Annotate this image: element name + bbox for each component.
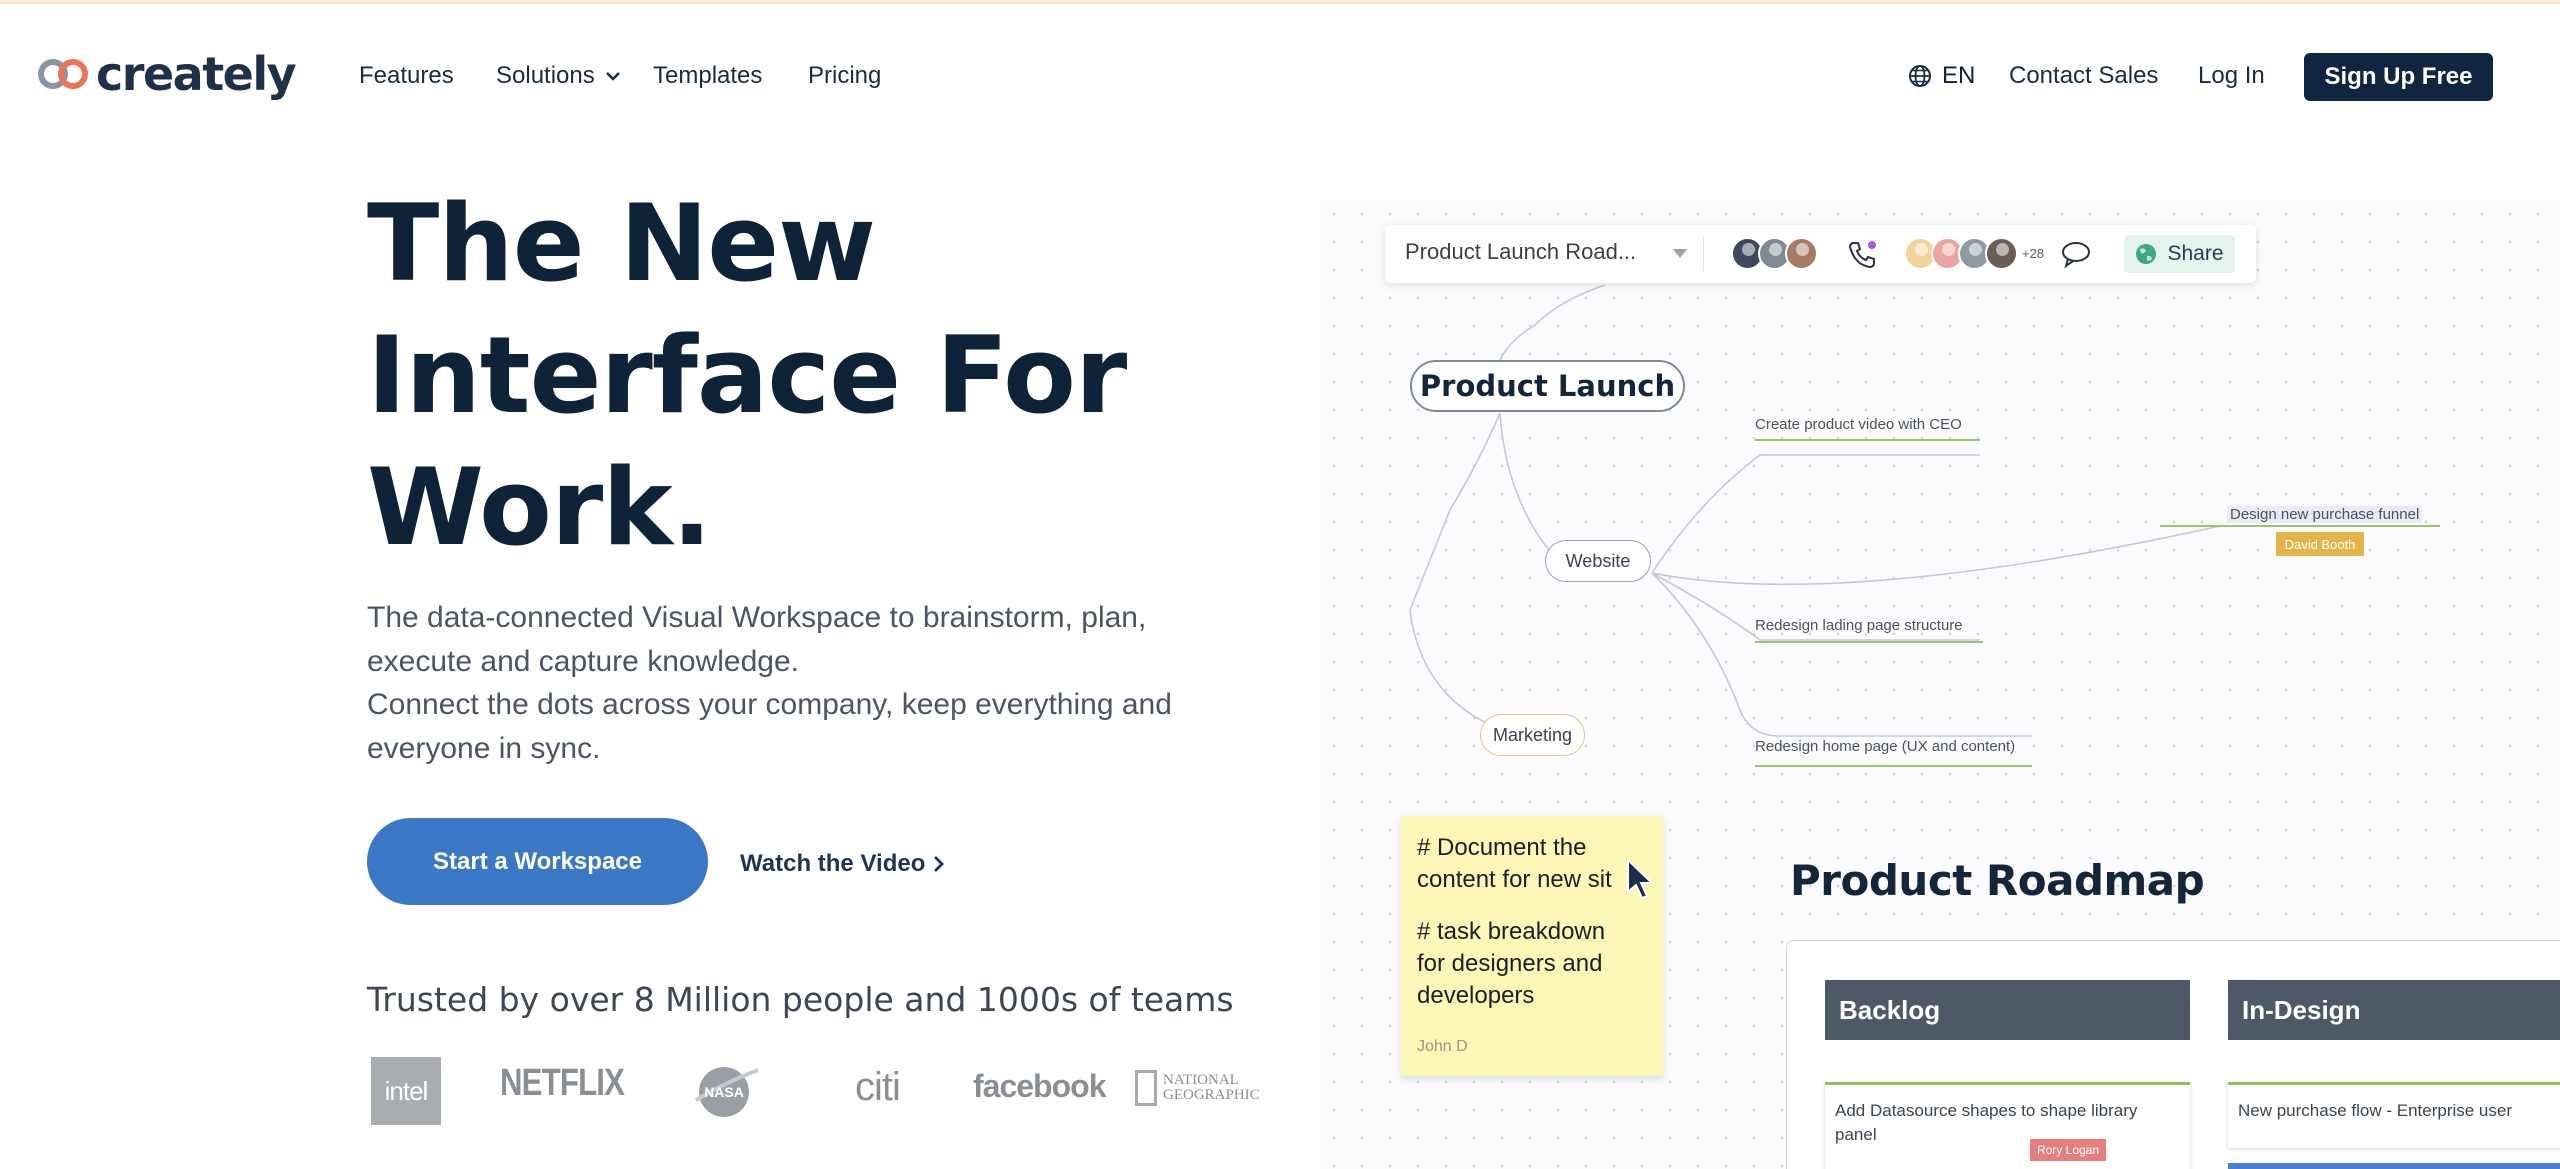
- hero-title-line: Interface For: [367, 314, 1127, 437]
- column-in-design[interactable]: In-Design: [2228, 980, 2560, 1040]
- sticky-note-author: John D: [1417, 1038, 1468, 1055]
- hero-title: The New Interface For Work.: [367, 178, 1167, 574]
- document-viewers[interactable]: +28: [1904, 237, 2044, 270]
- hero-description-line: everyone in sync.: [367, 731, 601, 765]
- nav-contact-sales[interactable]: Contact Sales: [2009, 60, 2158, 92]
- hero-title-line: Work.: [367, 446, 712, 569]
- netflix-logo: NETFLIX: [500, 1062, 625, 1104]
- share-button[interactable]: Share: [2124, 235, 2235, 273]
- natgeo-line: NATIONAL: [1163, 1072, 1239, 1088]
- watch-video-label: Watch the Video: [740, 850, 926, 877]
- hero-description-line: The data-connected Visual Workspace to b…: [367, 601, 1147, 634]
- natgeo-frame-icon: [1135, 1070, 1157, 1106]
- nav-login[interactable]: Log In: [2198, 60, 2265, 92]
- nav-templates[interactable]: Templates: [653, 60, 762, 92]
- kanban-card[interactable]: New purchase flow - Enterprise user: [2228, 1082, 2560, 1148]
- sticky-note-line: content for new sit: [1417, 866, 1612, 893]
- card-assignee-tag: Rory Logan: [2030, 1139, 2106, 1161]
- kanban-card[interactable]: Add Datasource shapes to shape library p…: [1825, 1082, 2190, 1169]
- sticky-note-line: developers: [1417, 982, 1535, 1009]
- globe-icon: [1909, 65, 1931, 87]
- language-selector[interactable]: EN: [1908, 60, 1975, 92]
- toolbar-divider: [1703, 237, 1704, 271]
- nav-solutions[interactable]: Solutions: [496, 60, 621, 92]
- mindmap-leaf[interactable]: Redesign lading page structure: [1755, 617, 1963, 634]
- trusted-by-text: Trusted by over 8 Million people and 100…: [367, 980, 1234, 1019]
- sticky-note-line: # task breakdown: [1417, 918, 1606, 945]
- creately-logo-icon: [38, 59, 88, 89]
- chevron-down-icon: [605, 72, 620, 81]
- watch-video-link[interactable]: Watch the Video: [740, 850, 945, 878]
- mindmap-node-marketing[interactable]: Marketing: [1480, 714, 1585, 756]
- brand-name: creately: [96, 47, 297, 101]
- caret-down-icon[interactable]: [1673, 249, 1687, 258]
- nasa-logo-text: NASA: [704, 1084, 744, 1100]
- document-title[interactable]: Product Launch Road...: [1405, 239, 1636, 265]
- facebook-logo: facebook: [973, 1068, 1106, 1104]
- mindmap-node-website[interactable]: Website: [1545, 540, 1651, 582]
- nasa-logo: NASA: [694, 1067, 759, 1117]
- signup-button[interactable]: Sign Up Free: [2304, 53, 2493, 101]
- citi-logo: citi: [855, 1065, 901, 1109]
- document-toolbar: Product Launch Road... +28 Share: [1385, 225, 2256, 283]
- kanban-card-edge: [2228, 1163, 2560, 1169]
- mindmap-leaf[interactable]: Create product video with CEO: [1755, 416, 1962, 433]
- more-collaborators-count: +28: [2022, 246, 2045, 261]
- assignee-tag: David Booth: [2276, 532, 2364, 556]
- earth-icon: [2136, 244, 2157, 264]
- start-workspace-button[interactable]: Start a Workspace: [367, 818, 708, 905]
- mindmap-root-node[interactable]: Product Launch: [1410, 360, 1685, 412]
- active-collaborators[interactable]: [1731, 237, 1818, 270]
- natgeo-line: GEOGRAPHIC: [1163, 1087, 1260, 1103]
- phone-icon[interactable]: [1845, 238, 1879, 272]
- avatar: [1985, 237, 2018, 270]
- sticky-note[interactable]: # Document the content for new sit # tas…: [1401, 816, 1663, 1076]
- mindmap-leaf[interactable]: Redesign home page (UX and content): [1755, 738, 2015, 755]
- brand-logo[interactable]: creately: [34, 44, 297, 104]
- top-navigation: creately Features Solutions Templates Pr…: [0, 4, 2560, 142]
- nav-pricing[interactable]: Pricing: [808, 60, 881, 92]
- mindmap-connectors: [1409, 284, 2440, 767]
- nav-features[interactable]: Features: [359, 60, 454, 92]
- chevron-right-icon: [934, 856, 945, 872]
- roadmap-title: Product Roadmap: [1790, 856, 2205, 905]
- sticky-note-line: # Document the: [1417, 834, 1587, 861]
- language-label: EN: [1942, 62, 1976, 89]
- column-backlog[interactable]: Backlog: [1825, 980, 2190, 1040]
- hero-description-line: Connect the dots across your company, ke…: [367, 688, 1172, 721]
- hero-description-line: execute and capture knowledge.: [367, 644, 799, 678]
- hero-title-line: The New: [367, 182, 876, 305]
- share-label: Share: [2167, 242, 2224, 265]
- comment-icon[interactable]: [2059, 239, 2093, 269]
- mouse-cursor-icon: [1627, 858, 1655, 900]
- avatar: [1785, 237, 1818, 270]
- nav-solutions-label: Solutions: [496, 62, 595, 89]
- intel-logo: intel: [371, 1057, 441, 1125]
- sticky-note-line: for designers and: [1417, 950, 1603, 977]
- national-geographic-logo: NATIONAL GEOGRAPHIC: [1135, 1070, 1260, 1106]
- hero-description: The data-connected Visual Workspace to b…: [367, 596, 1227, 770]
- mindmap-leaf[interactable]: Design new purchase funnel: [2227, 506, 2423, 523]
